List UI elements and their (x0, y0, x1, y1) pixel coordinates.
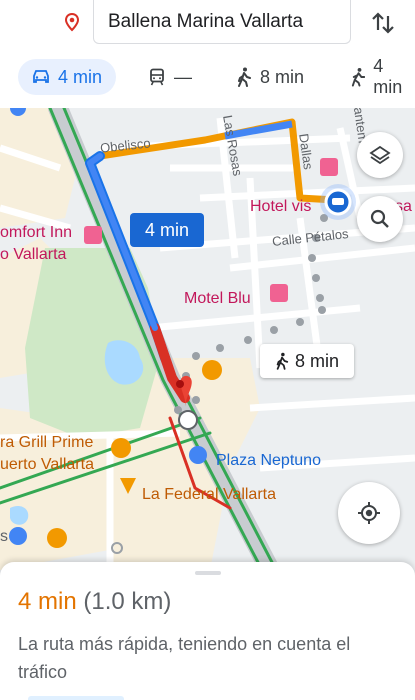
destination-row: Ballena Marina Vallarta (0, 0, 415, 48)
route-summary-title: 4 min (1.0 km) (18, 588, 171, 616)
layers-button[interactable] (357, 132, 403, 178)
tab-drive-time: 4 min (58, 66, 103, 87)
walk-time-callout[interactable]: 8 min (260, 344, 354, 378)
place-label[interactable]: o Vallarta (0, 246, 66, 264)
tab-transit[interactable]: — (148, 59, 192, 95)
walk-callout-text: 8 min (294, 350, 339, 371)
my-location-button[interactable] (338, 482, 400, 544)
drive-callout-text: 4 min (144, 219, 189, 240)
drag-handle[interactable] (195, 571, 221, 575)
place-label[interactable]: La Federal Vallarta (142, 486, 276, 504)
route-time: 4 min (18, 588, 77, 615)
search-icon (370, 209, 389, 228)
place-label[interactable]: uerto Vallarta (0, 456, 94, 474)
walk-icon (238, 67, 251, 87)
travel-mode-tabs: 4 min — 8 min 4 min (0, 56, 415, 98)
route-description: La ruta más rápida, teniendo en cuenta e… (18, 634, 351, 682)
transit-icon (150, 68, 164, 86)
walk-icon (276, 352, 289, 370)
route-summary-sheet[interactable]: 4 min (1.0 km) La ruta más rápida, tenie… (0, 562, 415, 700)
drive-time-callout[interactable]: 4 min (130, 213, 204, 247)
tab-bike-time: 4 min (373, 56, 403, 97)
place-label: s (0, 528, 8, 545)
search-along-route-button[interactable] (357, 196, 403, 242)
car-icon (33, 70, 49, 83)
directions-header: Ballena Marina Vallarta 4 min — 8 min 4 … (0, 0, 415, 108)
place-label[interactable]: Hotel vis (250, 198, 311, 216)
tab-walk[interactable]: 8 min (236, 59, 304, 95)
location-pin-icon (64, 12, 80, 32)
place-label[interactable]: Motel Blu (184, 290, 251, 308)
place-label[interactable]: Plaza Neptuno (216, 452, 321, 470)
swap-icon[interactable] (368, 8, 398, 38)
map-view[interactable]: Obelisco Las Rosas Dallas santemo omfort… (0, 108, 415, 570)
start-button-edge[interactable] (28, 696, 124, 700)
tab-bike[interactable]: 4 min (350, 56, 415, 97)
route-distance: (1.0 km) (83, 588, 172, 615)
tab-drive[interactable]: 4 min (18, 59, 116, 95)
bike-icon (351, 67, 366, 87)
my-location-icon (358, 502, 380, 524)
tab-walk-time: 8 min (260, 66, 305, 87)
destination-field[interactable]: Ballena Marina Vallarta (93, 0, 351, 44)
place-label[interactable]: omfort Inn (0, 224, 72, 242)
layers-icon (369, 145, 391, 165)
tab-transit-time: — (174, 66, 192, 87)
place-label[interactable]: ra Grill Prime (0, 434, 93, 452)
destination-text: Ballena Marina Vallarta (108, 10, 304, 32)
